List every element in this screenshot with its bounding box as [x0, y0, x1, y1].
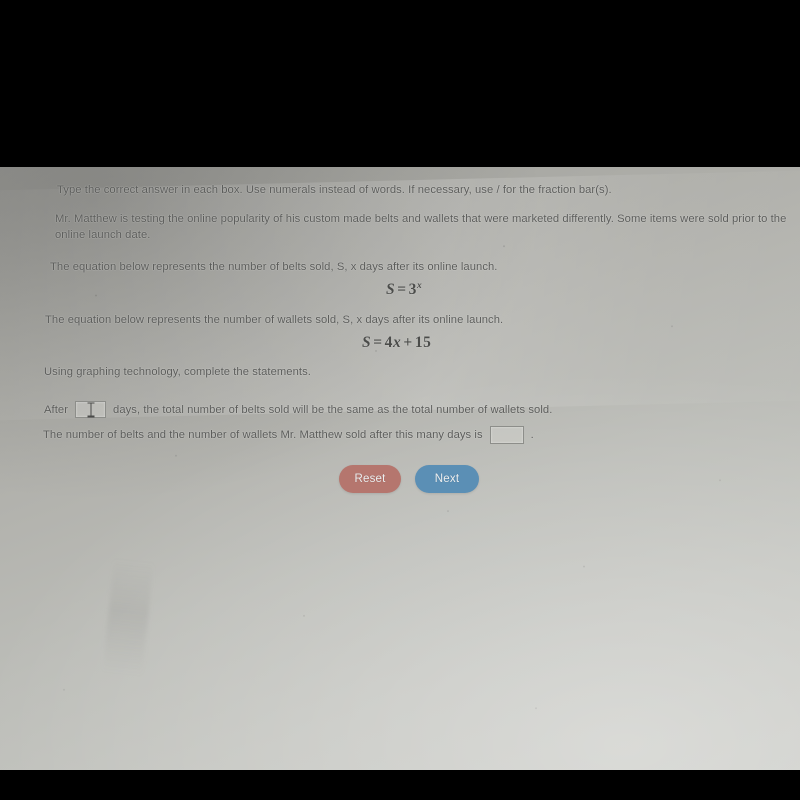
wallets-equation-constant: 15	[414, 334, 432, 351]
wallets-equation-lhs: S	[362, 334, 372, 351]
wallets-equation-plus: +	[403, 334, 413, 351]
wallets-equation-description: The equation below represents the number…	[45, 314, 504, 326]
graphing-instruction-text: Using graphing technology, complete the …	[44, 366, 311, 378]
statement-total-row: The number of belts and the number of wa…	[43, 426, 534, 444]
belts-equation-base: 3	[408, 281, 418, 299]
wallets-equation: S = 4x +15	[362, 334, 432, 352]
total-answer-input[interactable]	[489, 426, 524, 444]
statement-total-prefix: The number of belts and the number of wa…	[43, 429, 483, 441]
action-button-row: Reset Next	[339, 465, 479, 493]
statement-total-suffix: .	[530, 429, 534, 441]
days-answer-input[interactable]	[75, 401, 107, 418]
wallets-equation-coefficient: 4	[384, 334, 394, 351]
letterbox-top	[0, 0, 800, 167]
belts-equation-lhs: S	[386, 281, 396, 299]
problem-intro-text: Mr. Matthew is testing the online popula…	[55, 213, 787, 241]
next-button[interactable]: Next	[415, 465, 479, 493]
belts-equation-operator: =	[397, 281, 407, 299]
belts-equation-description: The equation below represents the number…	[50, 261, 498, 273]
statement-days-prefix: After	[44, 403, 69, 416]
wallets-equation-operator: =	[373, 334, 383, 351]
statement-days-row: After days, the total number of belts so…	[44, 401, 552, 418]
photographed-screen: Type the correct answer in each box. Use…	[0, 0, 800, 800]
belts-equation: S = 3x	[386, 281, 422, 299]
text-cursor-icon	[87, 402, 95, 418]
letterbox-bottom	[0, 770, 800, 800]
reset-button[interactable]: Reset	[339, 465, 401, 493]
statement-days-suffix: days, the total number of belts sold wil…	[113, 403, 553, 416]
belts-equation-exponent: x	[417, 281, 423, 291]
instruction-text: Type the correct answer in each box. Use…	[57, 184, 612, 196]
